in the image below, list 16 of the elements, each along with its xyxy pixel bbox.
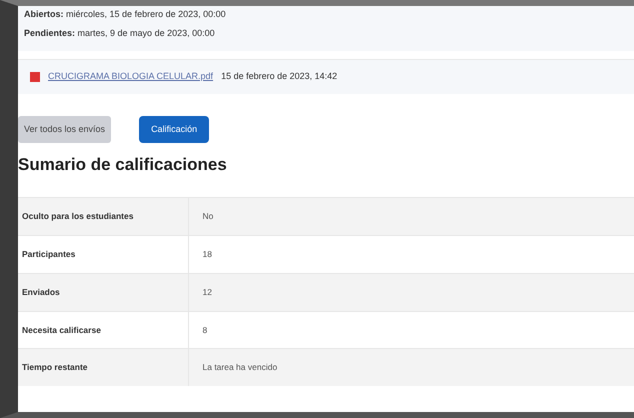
view-submissions-button[interactable]: Ver todos los envíos: [18, 116, 112, 143]
date-label: Pendientes:: [24, 28, 76, 38]
date-value: miércoles, 15 de febrero de 2023, 00:00: [66, 9, 226, 19]
table-cell: No: [188, 198, 634, 236]
section-heading: Sumario de calificaciones: [18, 155, 228, 176]
pdf-icon: [30, 72, 40, 82]
table-cell: Oculto para los estudiantes: [18, 198, 188, 236]
table-cell: Tiempo restante: [18, 348, 188, 386]
file-link[interactable]: CRUCIGRAMA BIOLOGIA CELULAR.pdf: [48, 70, 214, 84]
date-label: Abiertos:: [24, 9, 64, 19]
table-cell: La tarea ha vencido: [188, 348, 634, 386]
table-cell: Enviados: [18, 273, 188, 312]
table-cell: 12: [188, 273, 634, 312]
file-date: 15 de febrero de 2023, 14:42: [221, 70, 338, 83]
grade-button[interactable]: Calificación: [139, 116, 210, 143]
date-value: martes, 9 de mayo de 2023, 00:00: [78, 28, 215, 38]
